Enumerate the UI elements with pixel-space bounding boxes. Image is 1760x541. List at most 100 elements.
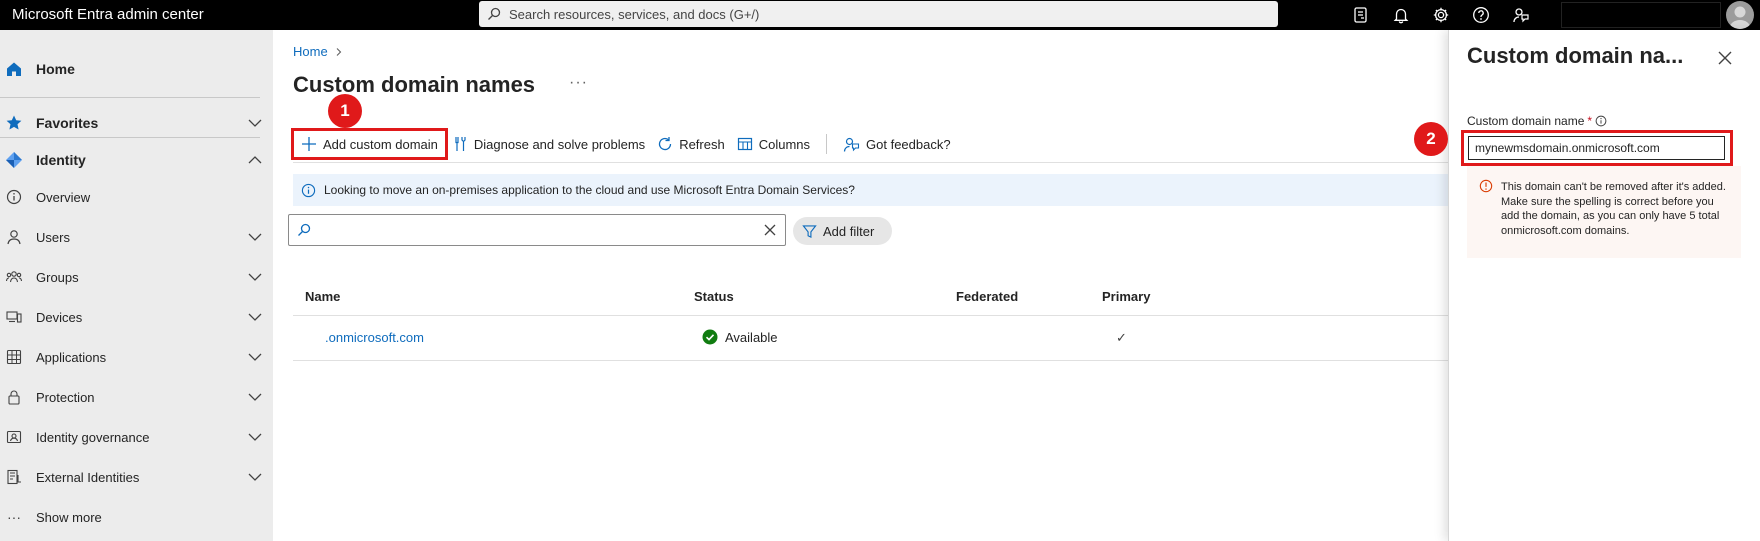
lock-icon [5,388,23,406]
external-icon [5,468,23,486]
sidebar-item-identity-governance[interactable]: Identity governance [0,420,273,454]
person-icon [5,228,23,246]
chevron-down-icon[interactable] [247,349,263,365]
breadcrumb: Home [293,44,344,59]
warning-message: This domain can't be removed after it's … [1467,166,1741,258]
search-icon [298,223,311,236]
home-icon [5,60,23,78]
filter-icon [802,224,817,238]
sidebar-item-label: Overview [36,189,91,205]
sidebar-item-groups[interactable]: Groups [0,260,273,294]
table-row[interactable]: .onmicrosoft.com Available ✓ [293,316,1448,361]
sidebar-item-users[interactable]: Users [0,220,273,254]
close-icon[interactable] [1715,48,1735,68]
sidebar-item-external-identities[interactable]: External Identities [0,460,273,494]
sidebar-item-label: Favorites [36,115,99,131]
sidebar-item-label: Devices [36,309,83,325]
sidebar-item-devices[interactable]: Devices [0,300,273,334]
chevron-down-icon[interactable] [247,229,263,245]
plus-icon [302,137,316,151]
help-icon[interactable] [1471,5,1491,25]
column-header-primary[interactable]: Primary [1102,289,1150,304]
add-domain-panel: Custom domain na... Custom domain name *… [1448,30,1760,541]
sidebar-item-label: Home [36,61,75,77]
primary-check: ✓ [1116,330,1127,345]
people-icon [5,268,23,286]
settings-gear-icon[interactable] [1431,5,1451,25]
search-icon [488,7,501,20]
sidebar-item-label: Show more [36,509,102,525]
chevron-down-icon[interactable] [247,309,263,325]
diagnose-button[interactable]: Diagnose and solve problems [446,130,651,158]
column-header-name[interactable]: Name [305,289,340,304]
column-header-federated[interactable]: Federated [956,289,1018,304]
chevron-right-icon [336,47,341,56]
notifications-bell-icon[interactable] [1391,5,1411,25]
sidebar-item-applications[interactable]: Applications [0,340,273,374]
feedback-icon[interactable] [1511,5,1531,25]
columns-button[interactable]: Columns [731,130,816,158]
sidebar-item-protection[interactable]: Protection [0,380,273,414]
status-text: Available [725,329,778,345]
refresh-label: Refresh [679,136,725,152]
chevron-down-icon[interactable] [247,115,263,131]
app-title[interactable]: Microsoft Entra admin center [12,6,204,23]
sidebar-item-label: External Identities [36,469,140,485]
domain-search-input[interactable] [288,214,786,246]
wrench-icon [455,137,466,151]
domain-field-label-text: Custom domain name [1467,114,1585,128]
sidebar-item-label: Identity [36,152,86,168]
feedback-icon [843,137,860,152]
identity-diamond-icon [5,151,23,169]
add-filter-label: Add filter [823,223,875,239]
domain-name-link[interactable]: .onmicrosoft.com [325,330,424,345]
global-search-box[interactable]: Search resources, services, and docs (G+… [479,1,1278,27]
sidebar-item-show-more[interactable]: ··· Show more [0,500,273,534]
chevron-down-icon[interactable] [247,469,263,485]
columns-icon [737,137,752,151]
table-header: Name Status Federated Primary [293,278,1448,316]
global-search-placeholder: Search resources, services, and docs (G+… [509,6,760,22]
sidebar-item-overview[interactable]: Overview [0,180,273,214]
chevron-up-icon[interactable] [247,152,263,168]
chevron-down-icon[interactable] [247,269,263,285]
divider [0,137,260,138]
chevron-down-icon[interactable] [247,389,263,405]
status-cell: Available [702,329,778,345]
column-header-status[interactable]: Status [694,289,734,304]
account-name-redacted[interactable] [1561,2,1721,28]
sidebar-item-favorites[interactable]: Favorites [0,106,273,140]
sidebar-item-label: Applications [36,349,107,365]
info-icon[interactable] [1595,115,1607,127]
sidebar-item-identity[interactable]: Identity [0,143,273,177]
add-custom-domain-button[interactable]: Add custom domain [291,128,448,160]
refresh-button[interactable]: Refresh [651,130,731,158]
top-bar: Microsoft Entra admin center Search reso… [0,0,1760,30]
diagnose-label: Diagnose and solve problems [473,136,646,152]
copilot-icon[interactable] [1351,5,1371,25]
add-filter-button[interactable]: Add filter [793,217,892,245]
sidebar: Home Favorites Identity Overview Users G… [0,30,273,541]
breadcrumb-home-link[interactable]: Home [293,44,328,59]
columns-label: Columns [758,136,811,152]
feedback-label: Got feedback? [866,136,951,152]
sidebar-item-label: Identity governance [36,429,150,445]
warning-text: This domain can't be removed after it's … [1501,181,1726,237]
info-banner-text: Looking to move an on-premises applicati… [324,183,855,197]
more-dots-icon: ··· [7,509,21,525]
more-options-button[interactable]: ··· [569,74,588,92]
sidebar-item-label: Protection [36,389,95,405]
info-icon [301,183,316,197]
sidebar-item-label: Users [36,229,70,245]
star-icon [5,114,23,132]
domain-field-label: Custom domain name * [1467,114,1607,128]
step-badge-2: 2 [1414,122,1448,156]
clear-icon[interactable] [763,223,777,237]
custom-domain-name-input[interactable] [1468,136,1725,160]
feedback-button[interactable]: Got feedback? [837,130,957,158]
sidebar-item-home[interactable]: Home [0,52,273,86]
avatar[interactable] [1726,1,1754,29]
page-title: Custom domain names [293,72,536,97]
step-badge-1: 1 [328,94,362,128]
chevron-down-icon[interactable] [247,429,263,445]
